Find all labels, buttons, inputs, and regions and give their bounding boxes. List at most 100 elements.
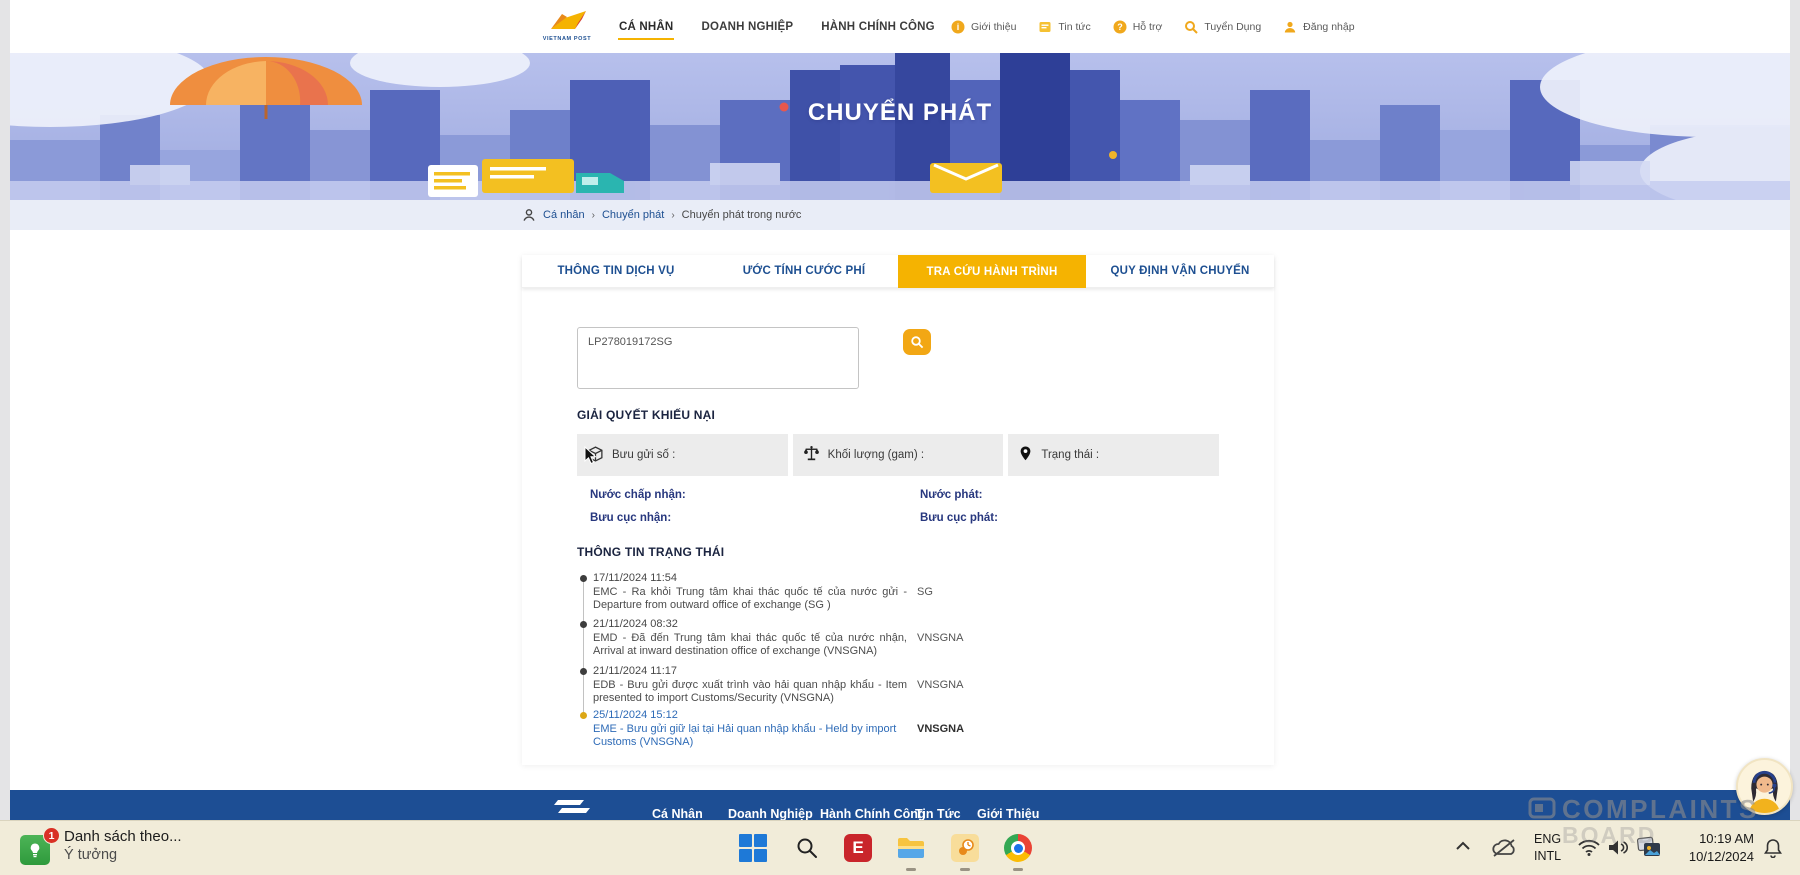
event-datetime: 17/11/2024 11:54: [593, 572, 1237, 584]
event-description: EME - Bưu gửi giữ lại tại Hải quan nhập …: [593, 723, 907, 748]
event-description: EDB - Bưu gửi được xuất trình vào hải qu…: [593, 679, 907, 704]
breadcrumb: Cá nhân › Chuyển phát › Chuyển phát tron…: [522, 208, 801, 222]
summary-box-label: Trạng thái :: [1041, 449, 1099, 461]
utility-dang-nhap[interactable]: Đăng nhập: [1283, 20, 1354, 34]
notification-title: Danh sách theo...: [64, 828, 182, 845]
site-header: VIETNAM POST CÁ NHÂN DOANH NGHIỆP HÀNH C…: [10, 0, 1790, 53]
tab-quy-dinh-van-chuyen[interactable]: QUY ĐỊNH VẬN CHUYỂN: [1086, 255, 1274, 288]
utility-ho-tro[interactable]: ? Hỗ trợ: [1113, 20, 1163, 34]
tab-tra-cuu-hanh-trinh[interactable]: TRA CỨU HÀNH TRÌNH: [898, 255, 1086, 288]
breadcrumb-separator: ›: [592, 210, 595, 221]
language-indicator[interactable]: ENG INTL: [1534, 831, 1561, 865]
info-icon: i: [951, 20, 965, 34]
taskbar-clock[interactable]: 10:19 AM 10/12/2024: [1668, 830, 1754, 866]
search-icon: [795, 836, 819, 860]
file-explorer-icon[interactable]: [895, 832, 927, 864]
timeline-dot: [580, 668, 587, 675]
breadcrumb-chuyen-phat[interactable]: Chuyển phát: [602, 209, 664, 221]
footer-logo-icon: [550, 798, 594, 816]
event-location: VNSGNA: [917, 679, 963, 704]
event-location: VNSGNA: [917, 632, 963, 657]
tracking-number-input[interactable]: LP278019172SG: [577, 327, 859, 389]
vietnam-post-logo[interactable]: VIETNAM POST: [532, 5, 602, 50]
cloud-slash-icon: [1490, 837, 1518, 859]
vietnam-post-logo-text: VIETNAM POST: [543, 36, 591, 42]
mouse-cursor: [584, 446, 597, 465]
chrome-icon[interactable]: [1002, 832, 1034, 864]
nav-item-hanh-chinh-cong[interactable]: HÀNH CHÍNH CÔNG: [820, 14, 936, 40]
footer-col-tin-tuc[interactable]: Tin Tức: [915, 807, 961, 821]
field-deliver-office: Bưu cục phát:: [920, 512, 998, 524]
summary-box-label: Khối lượng (gam) :: [828, 449, 924, 461]
search-button[interactable]: [903, 329, 931, 355]
event-location: SG: [917, 586, 933, 611]
footer-col-gioi-thieu[interactable]: Giới Thiệu: [977, 807, 1039, 821]
tracking-event: 17/11/2024 11:54 EMC - Ra khỏi Trung tâm…: [577, 572, 1237, 611]
user-crumb-icon: [522, 208, 536, 222]
chevron-up-icon: [1455, 841, 1471, 851]
event-datetime: 25/11/2024 15:12: [593, 709, 1237, 721]
utility-label: Tin tức: [1058, 21, 1090, 33]
speaker-icon: [1608, 839, 1628, 856]
summary-box-status: Trạng thái :: [1008, 434, 1219, 476]
nav-item-doanh-nghiep[interactable]: DOANH NGHIỆP: [700, 14, 794, 40]
e-app-icon[interactable]: E: [842, 832, 874, 864]
svg-text:?: ?: [1117, 22, 1123, 32]
utility-gioi-thieu[interactable]: i Giới thiệu: [951, 20, 1016, 34]
pin-icon: [1018, 445, 1033, 465]
main-nav: CÁ NHÂN DOANH NGHIỆP HÀNH CHÍNH CÔNG: [618, 0, 936, 53]
field-accept-country: Nước chấp nhận:: [590, 489, 686, 501]
utility-label: Tuyển Dụng: [1204, 21, 1261, 33]
nav-item-ca-nhan[interactable]: CÁ NHÂN: [618, 14, 674, 40]
summary-box-weight: Khối lượng (gam) :: [793, 434, 1004, 476]
notification-center-button[interactable]: [1764, 838, 1782, 863]
utility-label: Đăng nhập: [1303, 21, 1354, 33]
utility-nav: i Giới thiệu Tin tức ? Hỗ trợ Tuyển Dụng…: [951, 0, 1355, 53]
event-description: EMD - Đã đến Trung tâm khai thác quốc tế…: [593, 632, 907, 657]
breadcrumb-separator: ›: [671, 210, 674, 221]
status-section-title: THÔNG TIN TRẠNG THÁI: [577, 545, 724, 559]
utility-label: Giới thiệu: [971, 21, 1016, 33]
volume-tray-icon[interactable]: [1608, 839, 1628, 856]
desktop-edge-left: [0, 0, 10, 820]
service-tabs: THÔNG TIN DỊCH VỤ ƯỚC TÍNH CƯỚC PHÍ TRA …: [522, 255, 1274, 288]
tab-uoc-tinh-cuoc-phi[interactable]: ƯỚC TÍNH CƯỚC PHÍ: [710, 255, 898, 288]
notification-badge: 1: [43, 827, 60, 844]
wifi-tray-icon[interactable]: [1578, 839, 1600, 856]
utility-tuyen-dung[interactable]: Tuyển Dụng: [1184, 20, 1261, 34]
event-location: VNSGNA: [917, 723, 964, 748]
footer-col-doanh-nghiep[interactable]: Doanh Nghiệp: [728, 807, 813, 821]
windows-logo-icon: [739, 834, 767, 862]
breadcrumb-current: Chuyển phát trong nước: [682, 209, 802, 221]
clock-date: 10/12/2024: [1668, 848, 1754, 866]
clock-app-icon[interactable]: [949, 832, 981, 864]
support-chat-avatar[interactable]: [1736, 758, 1793, 815]
tray-chevron-up[interactable]: [1455, 841, 1471, 851]
help-icon: ?: [1113, 20, 1127, 34]
tab-thong-tin-dich-vu[interactable]: THÔNG TIN DỊCH VỤ: [522, 255, 710, 288]
summary-box-parcel: Bưu gửi số :: [577, 434, 788, 476]
clock-app-glyph: [951, 834, 979, 862]
screen: VIETNAM POST CÁ NHÂN DOANH NGHIỆP HÀNH C…: [0, 0, 1800, 875]
utility-tin-tuc[interactable]: Tin tức: [1038, 20, 1090, 34]
taskbar-search-button[interactable]: [791, 832, 823, 864]
hero-banner: CHUYỂN PHÁT: [10, 53, 1790, 200]
taskbar-notification[interactable]: 1 Danh sách theo... Ý tưởng: [20, 828, 182, 865]
language-line1: ENG: [1534, 831, 1561, 848]
timeline-dot: [580, 712, 587, 719]
footer-col-ca-nhan[interactable]: Cá Nhân: [652, 807, 703, 821]
summary-box-label: Bưu gửi số :: [612, 449, 675, 461]
tracking-event: 21/11/2024 11:17 EDB - Bưu gửi được xuất…: [577, 665, 1237, 704]
windows-start-button[interactable]: [737, 832, 769, 864]
breadcrumb-home[interactable]: Cá nhân: [543, 209, 585, 221]
tracking-event-current: 25/11/2024 15:12 EME - Bưu gửi giữ lại t…: [577, 709, 1237, 748]
notification-subtitle: Ý tưởng: [64, 847, 182, 863]
photos-icon: [1636, 836, 1662, 858]
footer-col-hanh-chinh-cong[interactable]: Hành Chính Công: [820, 807, 926, 821]
page-title: CHUYỂN PHÁT: [10, 99, 1790, 127]
search-icon: [910, 335, 924, 349]
timeline-dot: [580, 575, 587, 582]
onedrive-tray-icon[interactable]: [1490, 837, 1518, 859]
folder-icon: [897, 836, 925, 860]
photos-tray-icon[interactable]: [1636, 836, 1662, 858]
